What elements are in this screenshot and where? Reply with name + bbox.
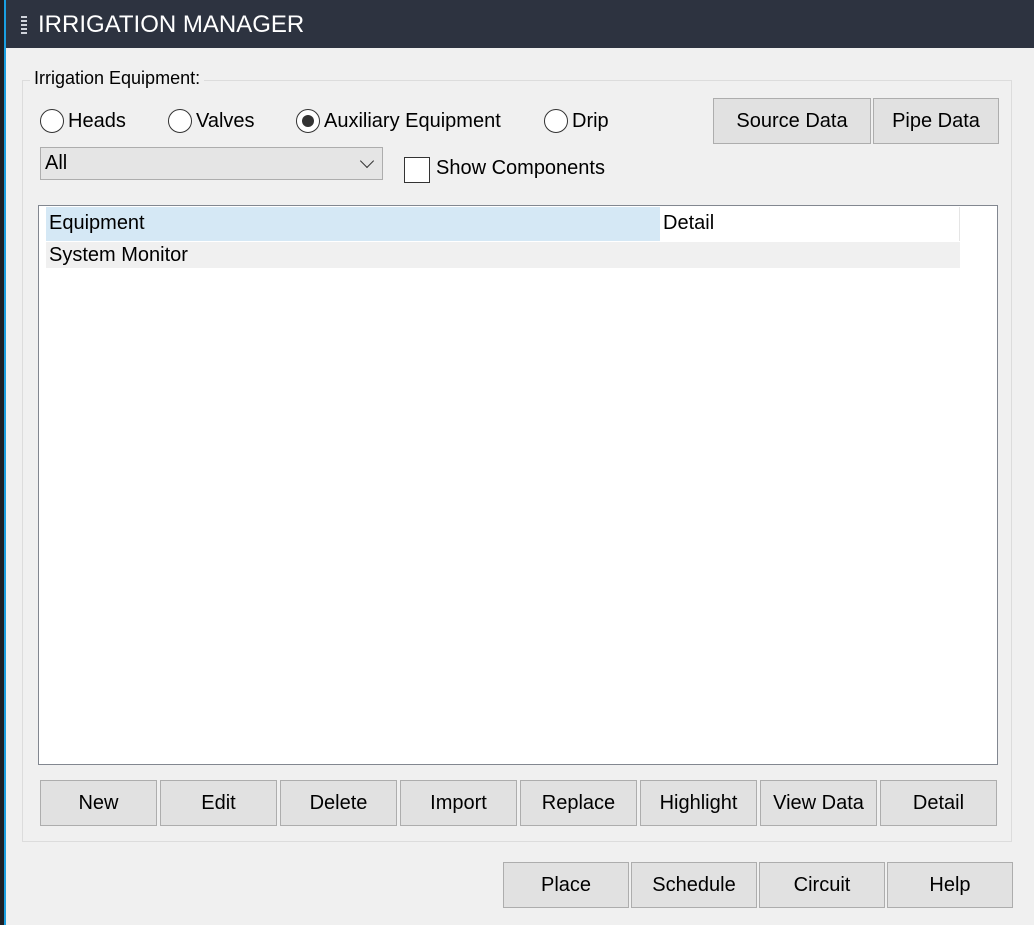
cell-equipment: System Monitor [49, 244, 188, 266]
show-components-label[interactable]: Show Components [436, 157, 605, 180]
window-title: IRRIGATION MANAGER [38, 11, 305, 38]
circuit-button[interactable]: Circuit [759, 862, 885, 908]
radio-label: Drip [572, 109, 609, 132]
radio-circle-icon[interactable] [168, 109, 192, 133]
dropdown-value: All [45, 152, 68, 174]
radio-label: Valves [196, 109, 255, 132]
detail-button[interactable]: Detail [880, 780, 997, 826]
replace-button[interactable]: Replace [520, 780, 637, 826]
import-button[interactable]: Import [400, 780, 517, 826]
column-header-detail[interactable]: Detail [660, 207, 960, 241]
irrigation-manager-window: IRRIGATION MANAGER Irrigation Equipment:… [0, 0, 1034, 925]
radio-heads[interactable]: Heads [40, 108, 126, 134]
column-header-equipment[interactable]: Equipment [46, 207, 660, 241]
title-bar[interactable]: IRRIGATION MANAGER [6, 0, 1034, 48]
radio-auxiliary-equipment[interactable]: Auxiliary Equipment [296, 108, 501, 134]
radio-label: Heads [68, 109, 126, 132]
new-button[interactable]: New [40, 780, 157, 826]
delete-button[interactable]: Delete [280, 780, 397, 826]
window-edge [0, 0, 6, 925]
schedule-button[interactable]: Schedule [631, 862, 757, 908]
edit-button[interactable]: Edit [160, 780, 277, 826]
radio-valves[interactable]: Valves [168, 108, 255, 134]
radio-selected-icon[interactable] [296, 109, 320, 133]
equipment-list[interactable]: Equipment Detail System Monitor [38, 205, 998, 765]
radio-circle-icon[interactable] [40, 109, 64, 133]
equipment-filter-dropdown[interactable]: All [40, 147, 383, 180]
radio-circle-icon[interactable] [544, 109, 568, 133]
grip-icon[interactable] [21, 16, 27, 34]
radio-label: Auxiliary Equipment [324, 109, 501, 132]
group-label: Irrigation Equipment: [30, 68, 205, 89]
table-row[interactable]: System Monitor [46, 242, 960, 268]
chevron-down-icon [359, 153, 375, 169]
place-button[interactable]: Place [503, 862, 629, 908]
view-data-button[interactable]: View Data [760, 780, 877, 826]
radio-drip[interactable]: Drip [544, 108, 609, 134]
highlight-button[interactable]: Highlight [640, 780, 757, 826]
show-components-checkbox[interactable] [404, 157, 430, 183]
source-data-button[interactable]: Source Data [713, 98, 871, 144]
pipe-data-button[interactable]: Pipe Data [873, 98, 999, 144]
help-button[interactable]: Help [887, 862, 1013, 908]
